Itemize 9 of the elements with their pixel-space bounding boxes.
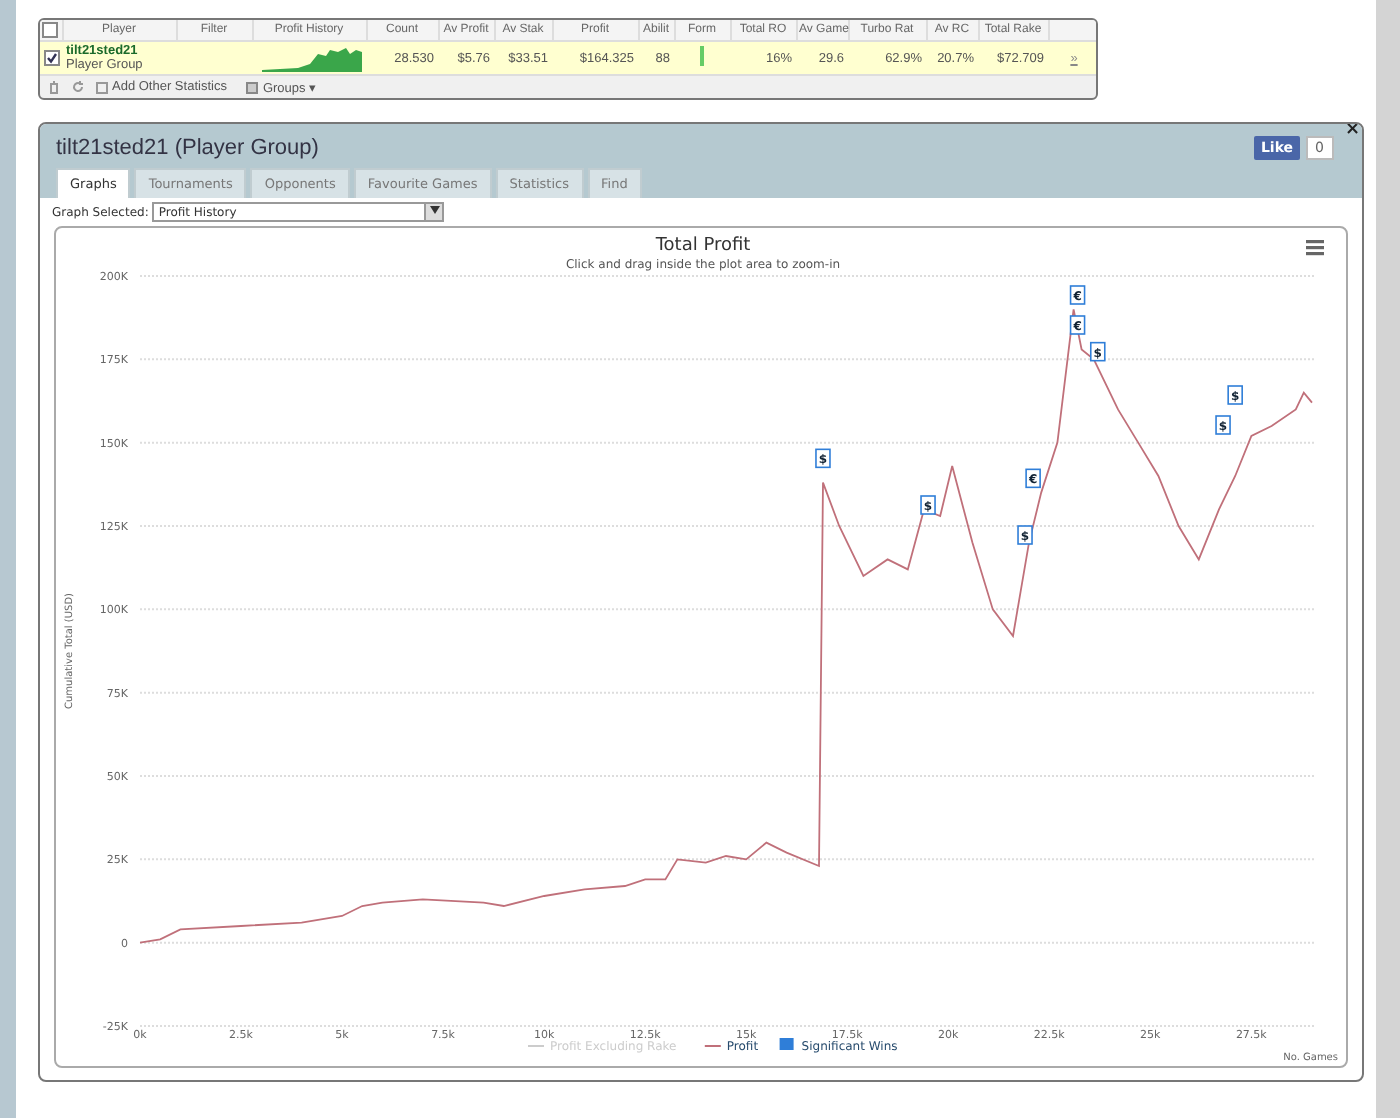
menu-icon[interactable] — [1306, 240, 1324, 256]
sparkline-drawing — [262, 45, 362, 71]
chart-title: Total Profit — [655, 236, 751, 256]
window-title: tilt21sted21 (Player Group) — [56, 136, 319, 160]
dropdown-arrow-icon — [429, 206, 440, 214]
row-checkbox[interactable] — [44, 50, 60, 66]
trash-icon[interactable] — [48, 80, 60, 94]
select-all-checkbox[interactable] — [42, 22, 58, 38]
refresh-icon[interactable] — [72, 80, 84, 94]
